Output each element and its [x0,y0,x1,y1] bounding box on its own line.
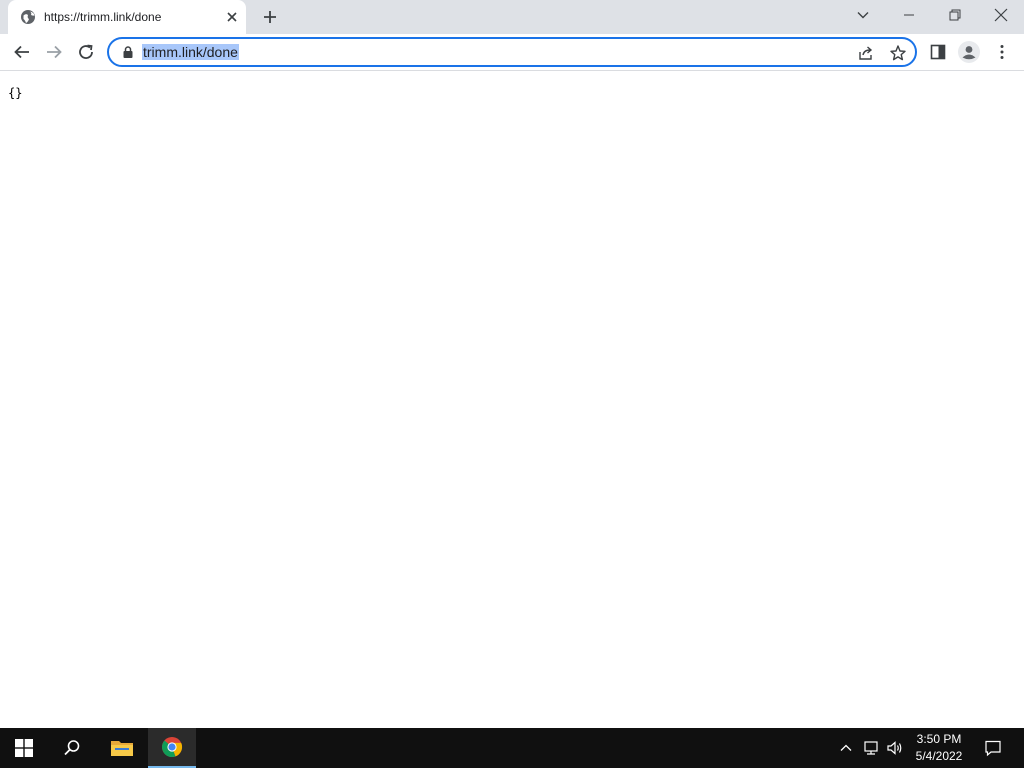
action-center-button[interactable] [976,728,1010,768]
windows-start-icon [15,739,33,757]
minimize-icon [904,14,914,16]
restore-icon [949,9,961,21]
search-button[interactable] [48,728,96,768]
profile-button[interactable] [955,38,983,66]
search-icon [64,740,80,756]
notification-icon [985,740,1001,757]
lock-icon[interactable] [121,45,135,59]
forward-icon [47,45,62,59]
start-button[interactable] [0,728,48,768]
restore-button[interactable] [932,0,978,30]
clock-date: 5/4/2022 [915,749,963,763]
reload-icon [79,44,93,59]
minimize-button[interactable] [886,0,932,30]
menu-icon [1000,45,1004,59]
new-tab-button[interactable] [258,5,282,29]
tab-search-button[interactable] [840,0,886,30]
chrome-icon [162,737,183,758]
reload-button[interactable] [72,38,100,66]
network-icon[interactable] [861,738,881,758]
close-icon[interactable] [224,9,240,25]
url-text[interactable]: trimm.link/done [142,44,239,60]
tab-title: https://trimm.link/done [44,10,162,24]
side-panel-button[interactable] [924,38,952,66]
back-icon [14,45,29,59]
chevron-down-icon [857,12,869,19]
browser-tab[interactable]: https://trimm.link/done [8,0,246,34]
plus-icon [264,11,276,23]
forward-button[interactable] [40,38,68,66]
taskbar: 3:50 PM 5/4/2022 [0,728,1024,768]
browser-toolbar: trimm.link/done [0,34,1024,71]
json-response-text: {} [8,86,23,100]
taskbar-clock[interactable]: 3:50 PM 5/4/2022 [905,731,973,765]
clock-time: 3:50 PM [916,732,962,746]
page-content: {} [0,72,1024,728]
chrome-taskbar-button[interactable] [148,728,196,768]
side-panel-icon [930,44,946,60]
menu-button[interactable] [988,38,1016,66]
close-window-button[interactable] [978,0,1024,30]
chevron-up-icon[interactable] [836,738,856,758]
volume-icon[interactable] [885,738,905,758]
star-icon[interactable] [889,44,907,62]
title-bar: https://trimm.link/done [0,0,1024,34]
back-button[interactable] [8,38,36,66]
globe-icon [20,9,36,25]
file-explorer-button[interactable] [98,728,146,768]
file-explorer-icon [111,741,133,756]
profile-icon [958,41,980,63]
share-icon[interactable] [857,44,875,62]
close-icon [994,8,1008,22]
address-bar[interactable]: trimm.link/done [107,37,917,67]
